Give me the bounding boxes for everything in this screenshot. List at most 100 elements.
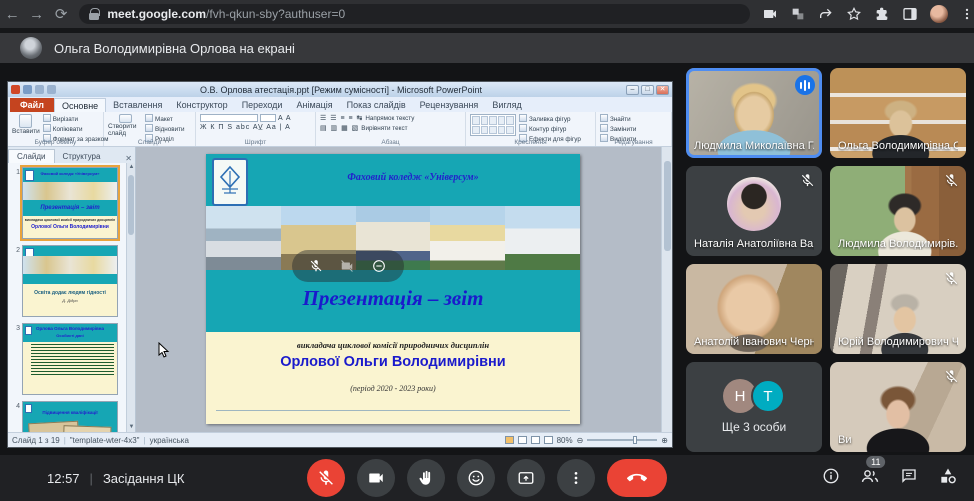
meet-bottom-bar: 12:57 | Засідання ЦК — [0, 455, 974, 501]
browser-menu-icon[interactable] — [960, 7, 974, 21]
shapes-gallery[interactable] — [470, 114, 516, 136]
lock-icon[interactable] — [89, 8, 99, 20]
participant-name: Ольга Володимирівна О... — [838, 140, 958, 152]
view-sorter-icon[interactable] — [518, 436, 527, 444]
redo-icon[interactable] — [47, 85, 56, 94]
participant-tile[interactable]: Ольга Володимирівна О... — [830, 68, 966, 158]
shared-screen-powerpoint[interactable]: О.В. Орлова атестація.ppt [Режим сумісно… — [8, 82, 672, 447]
close-button[interactable]: ✕ — [656, 85, 669, 95]
mic-off-icon — [944, 271, 959, 286]
meeting-details-button[interactable] — [822, 467, 840, 490]
address-bar[interactable]: meet.google.com/fvh-qkun-sby?authuser=0 — [79, 4, 750, 24]
back-icon[interactable]: ← — [0, 1, 24, 27]
panel-tab-outline[interactable]: Структура — [55, 150, 109, 163]
participants-button[interactable]: 11 — [860, 466, 880, 491]
slide-thumbnail-1[interactable]: 1 Фаховий коледж «Універсум» Презентація… — [10, 167, 133, 239]
chat-button[interactable] — [900, 467, 918, 490]
bookmark-star-icon[interactable] — [846, 6, 862, 22]
font-style-buttons[interactable]: Ж К П S abc AV̲ Aa | A — [200, 124, 291, 131]
zoom-in-icon[interactable]: ⊕ — [661, 436, 668, 445]
present-button[interactable] — [507, 459, 545, 497]
camera-usage-icon[interactable] — [762, 6, 778, 22]
slide-scrollbar[interactable] — [661, 147, 672, 432]
zoom-level: 80% — [557, 436, 573, 445]
slide-college-name: Фаховий коледж «Універсум» — [246, 172, 580, 183]
activities-button[interactable] — [938, 466, 958, 491]
new-slide-button[interactable]: Створити слайд — [108, 114, 142, 137]
tab-view[interactable]: Вигляд — [485, 98, 529, 112]
replace-button[interactable]: Замінити — [600, 124, 636, 133]
current-slide[interactable]: Фаховий коледж «Універсум» Презентація –… — [206, 154, 580, 424]
slide-thumbnail-2[interactable]: 2 Освіта додає людям гідності Д. Дідро — [10, 245, 133, 317]
undo-icon[interactable] — [35, 85, 44, 94]
overlay-mic-off-icon — [309, 259, 323, 273]
list-buttons[interactable]: ☰ ☰ ≡ ≡ ↹ — [320, 114, 363, 122]
minimize-button[interactable]: – — [626, 85, 639, 95]
tab-design[interactable]: Конструктор — [169, 98, 234, 112]
tab-animations[interactable]: Анімація — [289, 98, 339, 112]
find-button[interactable]: Знайти — [600, 114, 636, 123]
ppt-ribbon: Вставити Вирізати Копіювати Формат за зр… — [8, 112, 672, 147]
self-tile[interactable]: Ви — [830, 362, 966, 452]
participant-tile[interactable]: Юрій Володимирович Ч... — [830, 264, 966, 354]
share-icon[interactable] — [818, 6, 834, 22]
mic-off-icon — [944, 173, 959, 188]
mic-toggle-button[interactable] — [307, 459, 345, 497]
view-slideshow-icon[interactable] — [544, 436, 553, 444]
shape-fill-button[interactable]: Заливка фігур — [519, 114, 581, 123]
font-name-box[interactable] — [200, 114, 258, 122]
ppt-quick-access-toolbar[interactable] — [11, 85, 56, 94]
panel-scrollbar[interactable]: ▲▼ — [126, 163, 135, 432]
zoom-slider[interactable] — [587, 439, 657, 441]
paste-button[interactable]: Вставити — [12, 114, 40, 137]
url-text: meet.google.com/fvh-qkun-sby?authuser=0 — [107, 7, 345, 21]
layout-button[interactable]: Макет — [145, 114, 185, 123]
zoom-out-icon[interactable]: ⊖ — [577, 436, 584, 445]
side-panel-icon[interactable] — [902, 6, 918, 22]
text-direction-button[interactable]: Напрямок тексту — [365, 115, 414, 122]
slide-edit-area[interactable]: Фаховий коледж «Універсум» Презентація –… — [136, 147, 672, 432]
copy-button[interactable]: Копіювати — [43, 124, 109, 133]
shape-outline-button[interactable]: Контур фігур — [519, 124, 581, 133]
forward-icon[interactable]: → — [24, 1, 48, 27]
presenter-avatar — [20, 37, 42, 59]
browser-profile-avatar[interactable] — [930, 5, 948, 23]
participant-tile[interactable]: Анатолій Іванович Черн... — [686, 264, 822, 354]
raise-hand-button[interactable] — [407, 459, 445, 497]
tab-review[interactable]: Рецензування — [413, 98, 486, 112]
panel-tab-slides[interactable]: Слайди — [8, 149, 55, 163]
participant-name: Анатолій Іванович Черн... — [694, 336, 814, 348]
more-participants-tile[interactable]: Н Т Ще 3 особи — [686, 362, 822, 452]
translate-icon[interactable] — [790, 6, 806, 22]
participant-tile[interactable]: Наталія Анатоліївна Вар... — [686, 166, 822, 256]
panel-close-icon[interactable]: ✕ — [125, 154, 132, 163]
align-buttons[interactable]: ▤ ▥ ▦ ▧ — [320, 124, 359, 132]
group-paragraph: Абзац — [316, 139, 465, 146]
align-text-button[interactable]: Вирівняти текст — [361, 125, 407, 132]
tab-home[interactable]: Основне — [54, 98, 106, 112]
cut-button[interactable]: Вирізати — [43, 114, 109, 123]
slide-thumbnail-4[interactable]: 4 Підвищення кваліфікації — [10, 401, 133, 432]
tab-insert[interactable]: Вставлення — [106, 98, 169, 112]
tab-transitions[interactable]: Переходи — [235, 98, 290, 112]
font-size-box[interactable] — [260, 114, 276, 122]
reset-button[interactable]: Відновити — [145, 124, 185, 133]
ppt-window-title: О.В. Орлова атестація.ppt [Режим сумісно… — [56, 85, 626, 95]
slide-thumbnail-3[interactable]: 3 Орлова Ольга Володимирівна Особисті да… — [10, 323, 133, 395]
participant-tile[interactable]: Людмила Володимирів... — [830, 166, 966, 256]
maximize-button[interactable]: □ — [641, 85, 654, 95]
reload-icon[interactable]: ⟳ — [49, 1, 73, 27]
reactions-button[interactable] — [457, 459, 495, 497]
more-options-button[interactable] — [557, 459, 595, 497]
save-icon[interactable] — [23, 85, 32, 94]
view-normal-icon[interactable] — [505, 436, 514, 444]
extensions-puzzle-icon[interactable] — [874, 6, 890, 22]
end-call-button[interactable] — [607, 459, 667, 497]
participant-tile[interactable]: Людмила Миколаївна Г... — [686, 68, 822, 158]
tab-slideshow[interactable]: Показ слайдів — [340, 98, 413, 112]
camera-toggle-button[interactable] — [357, 459, 395, 497]
meet-floating-overlay[interactable] — [292, 250, 404, 282]
tab-file[interactable]: Файл — [10, 98, 54, 112]
view-reading-icon[interactable] — [531, 436, 540, 444]
group-font: Шрифт — [196, 139, 315, 146]
